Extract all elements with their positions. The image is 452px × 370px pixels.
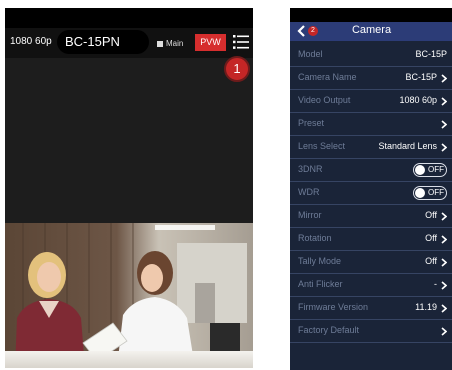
settings-row-label: WDR (298, 187, 320, 197)
settings-row-value: Off (425, 233, 437, 243)
settings-row-model: Model BC-15P (290, 44, 452, 67)
chevron-right-icon (441, 143, 447, 152)
settings-row-value: BC-15P (405, 72, 437, 82)
chevron-right-icon (441, 281, 447, 290)
settings-row-label: 3DNR (298, 164, 323, 174)
toggle-state-label: OFF (428, 188, 444, 197)
settings-row-camera-name[interactable]: Camera Name BC-15P (290, 67, 452, 90)
settings-row-label: Preset (298, 118, 325, 128)
settings-row-label: Anti Flicker (298, 279, 343, 289)
settings-row-label: Lens Select (298, 141, 346, 151)
page-title: Camera (351, 24, 392, 36)
settings-row-tally-mode[interactable]: Tally Mode Off (290, 251, 452, 274)
settings-row-label: Tally Mode (298, 256, 342, 266)
settings-row-3dnr[interactable]: 3DNR OFF (290, 159, 452, 182)
camera-settings-screen: 2 Camera Model BC-15P Camera Name BC-15P Vid… (290, 8, 452, 370)
toggle-knob (415, 188, 425, 198)
chevron-right-icon (441, 74, 447, 83)
settings-row-preset[interactable]: Preset (290, 113, 452, 136)
callout-badge: 1 (224, 56, 250, 82)
settings-row-value: Off (425, 256, 437, 266)
chevron-right-icon (441, 235, 447, 244)
resolution-label: 1080 60p (10, 36, 52, 47)
settings-row-label: Mirror (298, 210, 322, 220)
settings-row-lens-select[interactable]: Lens Select Standard Lens (290, 136, 452, 159)
settings-row-label: Firmware Version (298, 302, 369, 312)
settings-row-firmware-version[interactable]: Firmware Version 11.19 (290, 297, 452, 320)
settings-row-label: Camera Name (298, 72, 357, 82)
toggle-switch[interactable]: OFF (413, 186, 447, 200)
main-indicator-icon (157, 41, 163, 47)
toggle-knob (415, 165, 425, 175)
hamburger-menu-icon[interactable] (233, 34, 249, 50)
toggle-state-label: OFF (428, 165, 444, 174)
settings-row-value: 11.19 (415, 302, 437, 312)
settings-row-video-output[interactable]: Video Output 1080 60p (290, 90, 452, 113)
toggle-switch[interactable]: OFF (413, 163, 447, 177)
settings-row-label: Video Output (298, 95, 351, 105)
settings-row-label: Model (298, 49, 323, 59)
main-label: Main (166, 39, 184, 48)
settings-row-value: 1080 60p (399, 95, 437, 105)
status-bar (5, 8, 253, 28)
chevron-right-icon (441, 97, 447, 106)
settings-row-value: Off (425, 210, 437, 220)
settings-row-rotation[interactable]: Rotation Off (290, 228, 452, 251)
status-bar (290, 8, 452, 22)
settings-row-wdr[interactable]: WDR OFF (290, 182, 452, 205)
chevron-right-icon (441, 258, 447, 267)
settings-row-mirror[interactable]: Mirror Off (290, 205, 452, 228)
chevron-right-icon (441, 327, 447, 336)
chevron-right-icon (441, 212, 447, 221)
live-view-screen: 1080 60p BC-15PN Main PVW 1 (5, 8, 253, 368)
video-feed-image (5, 223, 253, 368)
settings-row-label: Factory Default (298, 325, 360, 335)
settings-row-factory-default[interactable]: Factory Default (290, 320, 452, 343)
chevron-right-icon (441, 120, 447, 129)
settings-row-value: BC-15P (415, 49, 447, 59)
pvw-button[interactable]: PVW (195, 34, 226, 51)
settings-row-label: Rotation (298, 233, 332, 243)
settings-row-value: Standard Lens (378, 141, 437, 151)
chevron-right-icon (441, 304, 447, 313)
camera-name: BC-15PN (65, 34, 120, 49)
settings-row-anti-flicker[interactable]: Anti Flicker - (290, 274, 452, 297)
settings-row-value: - (434, 279, 437, 289)
